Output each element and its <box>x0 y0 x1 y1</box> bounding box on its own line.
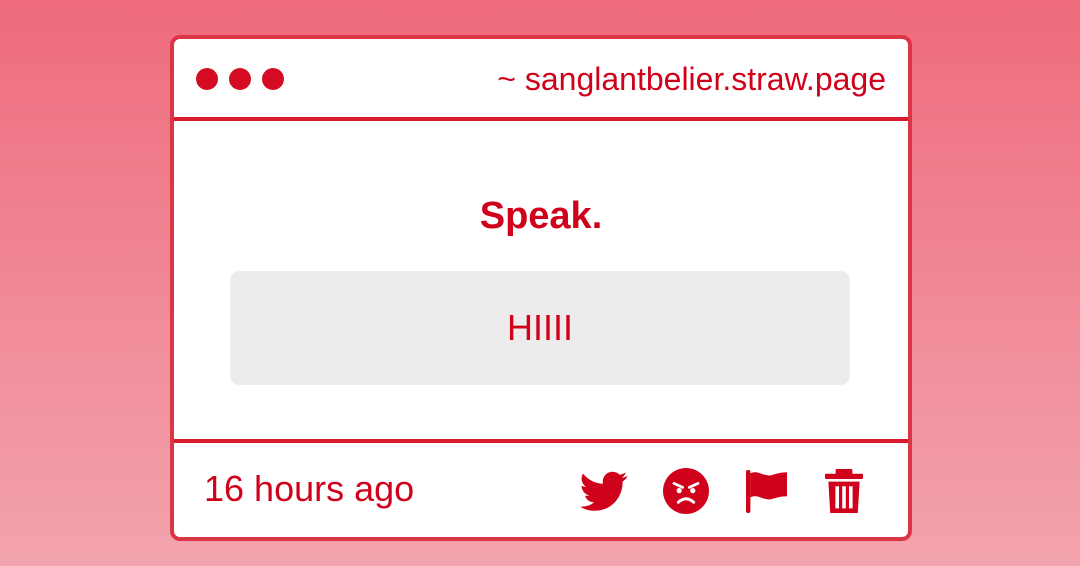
window-dot <box>196 68 218 90</box>
angry-face-icon[interactable] <box>662 467 710 515</box>
timestamp: 16 hours ago <box>204 468 415 509</box>
trash-icon[interactable] <box>820 467 868 515</box>
window-dot <box>262 68 284 90</box>
window-dot <box>229 68 251 90</box>
post-footer: 16 hours ago <box>174 443 908 537</box>
message-text: HIIII <box>506 307 573 348</box>
message-box: HIIII <box>230 271 850 385</box>
title-bar: ~ sanglantbelier.straw.page <box>174 39 908 121</box>
flag-icon[interactable] <box>742 467 790 515</box>
page-title: Speak. <box>479 195 603 237</box>
twitter-icon[interactable] <box>580 467 628 515</box>
page-url: ~ sanglantbelier.straw.page <box>497 61 886 97</box>
browser-window: ~ sanglantbelier.straw.page Speak. HIIII… <box>170 35 912 541</box>
window-controls <box>196 68 284 90</box>
post-content: Speak. HIIII <box>174 121 908 443</box>
